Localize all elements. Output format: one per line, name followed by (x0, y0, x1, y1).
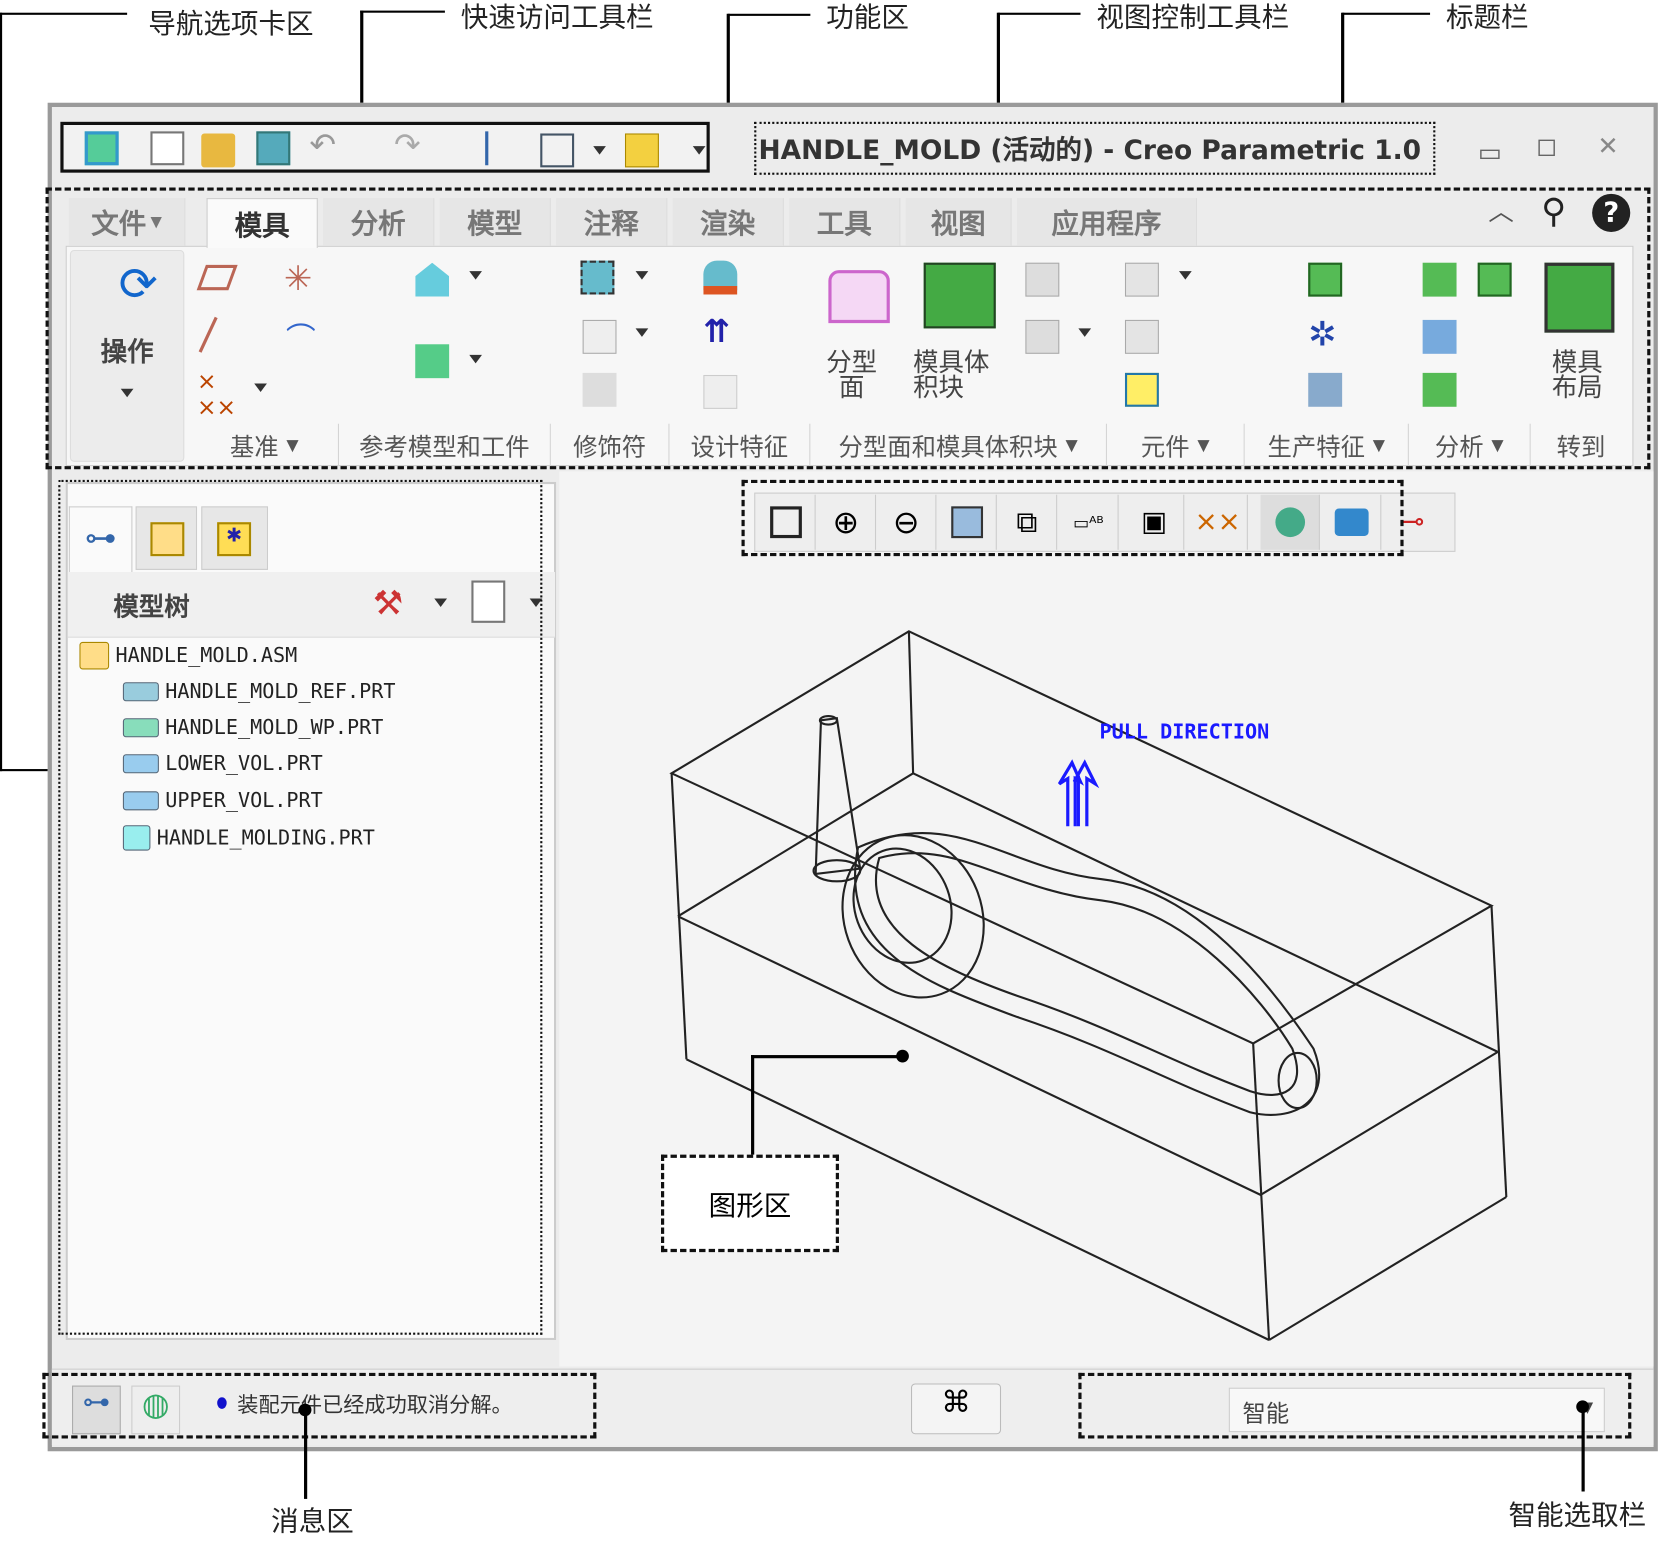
parting-plane (677, 772, 1501, 1197)
message-outline (42, 1372, 597, 1439)
callout-graphics: 图形区 (661, 1154, 839, 1253)
callout-smart-select: 智能选取栏 (1508, 1499, 1647, 1532)
find-button[interactable]: ⌘ (910, 1383, 1002, 1435)
pull-direction-label: PULL DIRECTION (1099, 720, 1270, 744)
smart-select-outline (1078, 1372, 1632, 1439)
pull-direction-arrow (1057, 759, 1100, 827)
top-face (669, 630, 1494, 1045)
callout-message: 消息区 (271, 1506, 354, 1539)
mold-model-wireframe (669, 630, 1508, 1341)
